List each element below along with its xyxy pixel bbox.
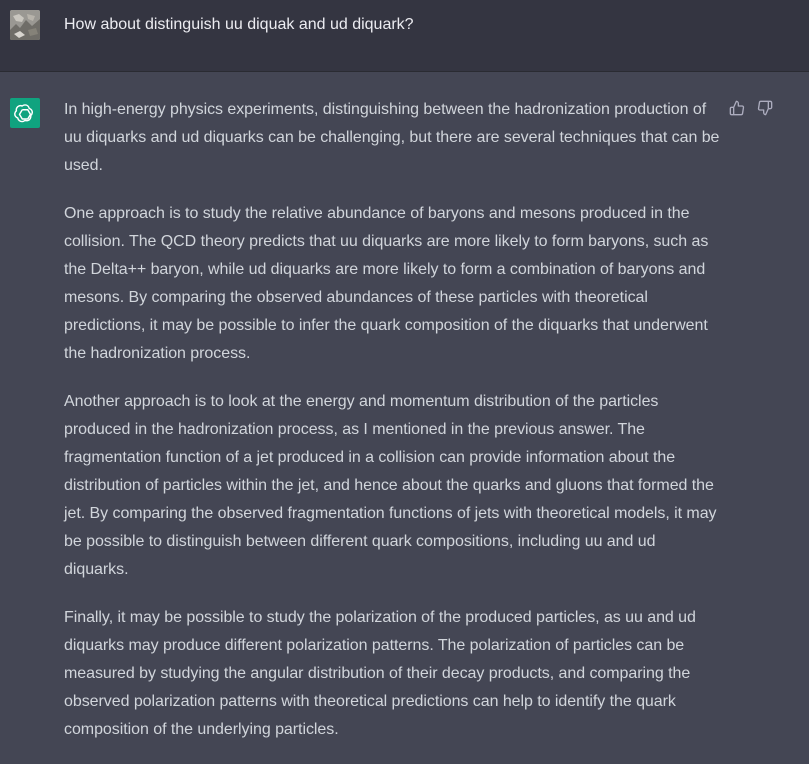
user-message-text: How about distinguish uu diquak and ud d… — [64, 16, 414, 33]
user-avatar — [10, 10, 40, 40]
user-photo-icon — [10, 10, 40, 40]
thumbs-up-icon — [729, 100, 745, 116]
thumbs-down-icon — [757, 100, 773, 116]
answer-paragraph: Another approach is to look at the energ… — [64, 393, 717, 578]
assistant-message-text: In high-energy physics experiments, dist… — [64, 96, 724, 764]
assistant-message-row: In high-energy physics experiments, dist… — [0, 72, 809, 748]
answer-paragraph: In high-energy physics experiments, dist… — [64, 101, 720, 174]
thumbs-down-button[interactable] — [756, 99, 774, 117]
assistant-avatar — [10, 98, 40, 128]
answer-paragraph: One approach is to study the relative ab… — [64, 205, 709, 362]
openai-logo-icon — [14, 104, 34, 123]
thumbs-up-button[interactable] — [728, 99, 746, 117]
answer-paragraph: Finally, it may be possible to study the… — [64, 609, 696, 738]
user-message-row: How about distinguish uu diquak and ud d… — [0, 0, 809, 72]
